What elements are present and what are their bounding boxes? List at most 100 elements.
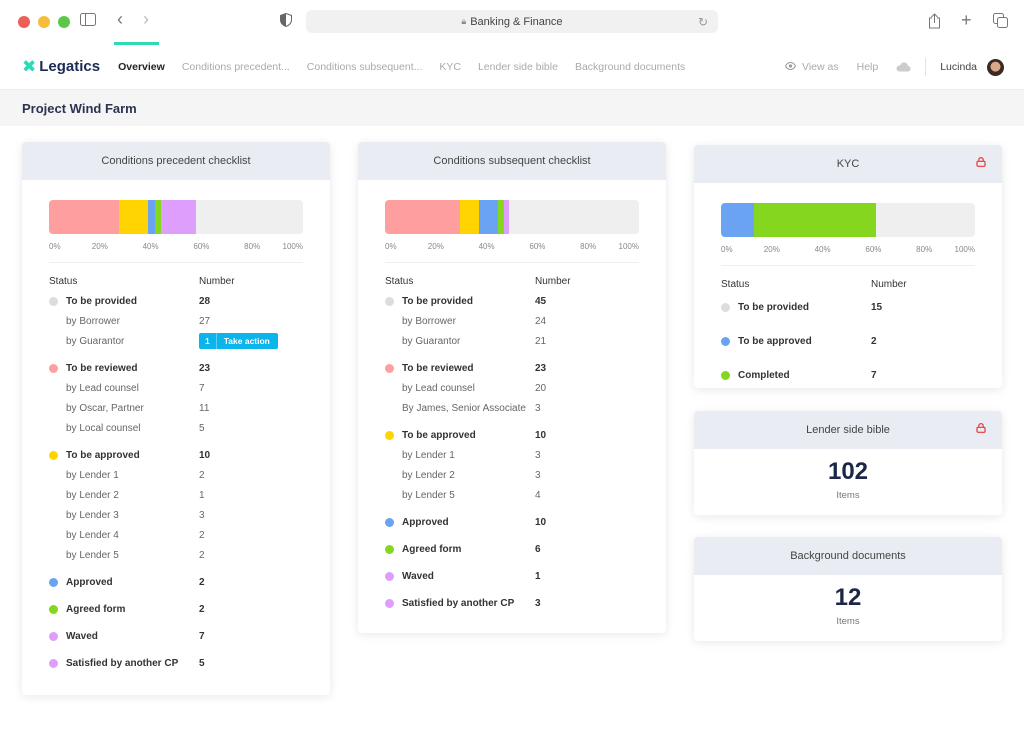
maximize-window-button[interactable] [58,16,70,28]
status-subrow[interactable]: by Oscar, Partner 11 [49,398,303,418]
status-row[interactable]: To be provided 15 [721,294,975,321]
card-header[interactable]: Background documents [694,537,1002,575]
tab-kyc[interactable]: KYC [439,61,461,73]
status-row[interactable]: Satisfied by another CP 5 [49,653,303,673]
status-subrow[interactable]: by Lender 2 3 [385,465,639,485]
axis-tick-label: 60% [193,242,210,251]
minimize-window-button[interactable] [38,16,50,28]
status-subrow[interactable]: by Lender 1 3 [385,445,639,465]
status-row[interactable]: To be provided 28 [49,291,303,311]
legatics-logo[interactable]: ✖︎ Legatics [22,57,100,77]
status-row[interactable]: Waved 7 [49,626,303,646]
status-row[interactable]: To be approved 10 [49,445,303,465]
status-row[interactable]: To be approved 10 [385,425,639,445]
status-subrow[interactable]: by Lender 4 2 [49,525,303,545]
lender-side-bible-card[interactable]: Lender side bible 102 Items [694,411,1002,515]
axis-tick-label: 60% [529,242,546,251]
divider [385,262,639,263]
status-count: 10 [199,449,211,461]
status-subrow[interactable]: by Lender 3 3 [49,505,303,525]
card-header[interactable]: Conditions precedent checklist [22,142,330,180]
status-label: by Lender 1 [66,469,119,481]
status-row[interactable]: Agreed form 6 [385,539,639,559]
conditions-subsequent-card: Conditions subsequent checklist 0% 20% 40%… [358,142,666,633]
reload-icon[interactable]: ↻ [698,15,708,29]
number-column-header: Number [199,275,235,287]
secure-lock-icon: 🔒︎ [461,16,467,26]
axis-tick-label: 80% [916,245,933,254]
status-row[interactable]: Completed 7 [721,362,975,388]
status-subrow[interactable]: by Local counsel 5 [49,418,303,438]
url-text: Banking & Finance [470,15,563,28]
status-row[interactable]: Approved 2 [49,572,303,592]
status-row[interactable]: Approved 10 [385,512,639,532]
status-row[interactable]: To be reviewed 23 [49,358,303,378]
tab-background-documents[interactable]: Background documents [575,61,685,73]
status-subrow[interactable]: by Guarantor 1 Take action [49,331,303,351]
user-avatar[interactable] [987,58,1004,76]
status-count: 2 [199,529,205,541]
status-subrow[interactable]: By James, Senior Associate 3 [385,398,639,418]
bar-segment-to-be-approved [459,200,479,234]
status-dot-icon [385,517,394,527]
status-label-wrap: by Lead counsel [49,383,199,394]
tab-conditions-precedent[interactable]: Conditions precedent... [182,61,290,73]
tab-overview[interactable]: Overview [118,61,165,73]
background-documents-card[interactable]: Background documents 12 Items [694,537,1002,641]
status-subrow[interactable]: by Lender 5 2 [49,545,303,565]
status-subrow[interactable]: by Borrower 24 [385,311,639,331]
nav-right: View as Help Lucinda [767,44,1004,90]
status-subrow[interactable]: by Borrower 27 [49,311,303,331]
status-subrow[interactable]: by Lender 5 4 [385,485,639,505]
status-label: Approved [402,516,449,528]
tab-conditions-subsequent[interactable]: Conditions subsequent... [307,61,423,73]
status-row[interactable]: To be approved 2 [721,328,975,355]
status-dot-icon [721,371,730,380]
help-link[interactable]: Help [857,61,879,73]
progress-bar [49,200,303,234]
status-subrow[interactable]: by Guarantor 21 [385,331,639,351]
forward-icon[interactable]: › [143,10,149,28]
status-row[interactable]: To be reviewed 23 [385,358,639,378]
cloud-sync-icon[interactable] [896,62,911,72]
item-count: 12 [834,584,862,611]
sidebar-toggle-icon[interactable] [80,13,96,31]
status-count: 11 [199,402,210,414]
take-action-button[interactable]: 1 Take action [199,333,278,349]
status-subrow[interactable]: by Lender 2 1 [49,485,303,505]
user-name[interactable]: Lucinda [940,61,977,73]
status-label-wrap: Completed [721,370,871,381]
status-label-wrap: by Lender 5 [385,490,535,501]
share-icon[interactable] [928,13,941,34]
status-subrow[interactable]: by Lead counsel 20 [385,378,639,398]
bar-segment-to-be-reviewed [385,200,460,234]
status-label: by Lender 4 [66,529,119,541]
logo-mark-icon: ✖︎ [22,56,37,76]
card-header[interactable]: Lender side bible [694,411,1002,449]
status-label: By James, Senior Associate [402,402,526,414]
tabs-overview-icon[interactable] [993,13,1008,33]
status-label-wrap: by Lender 4 [49,530,199,541]
view-as-button[interactable]: View as [784,61,839,73]
new-tab-icon[interactable]: + [961,11,972,29]
card-header[interactable]: Conditions subsequent checklist [358,142,666,180]
status-subrow[interactable]: by Lender 1 2 [49,465,303,485]
status-row[interactable]: Satisfied by another CP 3 [385,593,639,613]
card-header[interactable]: KYC [694,145,1002,183]
status-row[interactable]: Waved 1 [385,566,639,586]
status-count: 23 [199,362,211,374]
status-count: 3 [535,597,541,609]
privacy-shield-icon[interactable] [280,12,292,32]
status-column-header: Status [721,278,750,290]
status-label: by Borrower [402,315,456,327]
back-icon[interactable]: ‹ [117,10,123,28]
close-window-button[interactable] [18,16,30,28]
status-subrow[interactable]: by Lead counsel 7 [49,378,303,398]
status-label-wrap: by Lender 2 [49,490,199,501]
tab-lender-side-bible[interactable]: Lender side bible [478,61,558,73]
status-row[interactable]: Agreed form 2 [49,599,303,619]
address-bar[interactable]: 🔒︎ Banking & Finance ↻ [306,10,718,33]
status-row[interactable]: To be provided 45 [385,291,639,311]
status-label-wrap: by Guarantor [385,336,535,347]
status-label-wrap: To be approved [49,450,199,461]
